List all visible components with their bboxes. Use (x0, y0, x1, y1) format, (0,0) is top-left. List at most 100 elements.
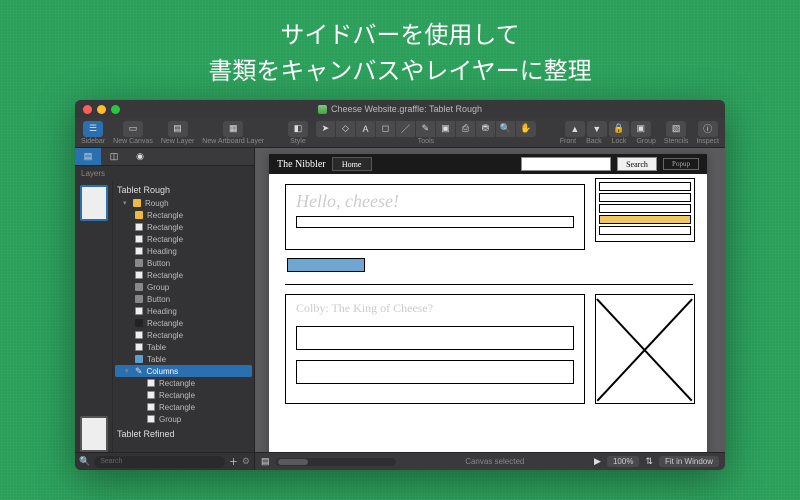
tree-item[interactable]: Group (113, 413, 254, 425)
layers-icon[interactable]: ▤ (261, 456, 270, 467)
tree-item[interactable]: Table (113, 341, 254, 353)
mock-subheading: Colby: The King of Cheese? (296, 301, 574, 316)
tree-item[interactable]: Button (113, 293, 254, 305)
tree-item[interactable]: Button (113, 257, 254, 269)
inspect-button[interactable]: ⓘ (698, 121, 718, 137)
chevron-down-icon: ▾ (125, 367, 131, 375)
mock-button (287, 258, 365, 272)
zoom-level[interactable]: 100% (607, 456, 639, 467)
hand-tool-icon[interactable]: ✋ (516, 121, 536, 137)
toolbar: ☰ Sidebar ▭ New Canvas ▤ New Layer ▦ New… (75, 118, 725, 148)
add-icon[interactable]: ＋ (229, 455, 238, 468)
toolbar-label: New Layer (161, 138, 194, 145)
sidebar-header: Layers (75, 166, 254, 181)
tree-item[interactable]: Rectangle (113, 389, 254, 401)
mock-hero: Hello, cheese! (285, 184, 585, 250)
pen-tool-icon[interactable]: ✎ (416, 121, 436, 137)
line-tool-icon[interactable]: ／ (396, 121, 416, 137)
mock-rectangle (296, 216, 574, 228)
zoom-tool-icon[interactable]: 🔍 (496, 121, 516, 137)
sidebar-toggle-button[interactable]: ☰ (83, 121, 103, 137)
toolbar-label: New Canvas (113, 138, 153, 145)
tree-item[interactable]: Rectangle (113, 329, 254, 341)
toolbar-label: Inspect (696, 138, 719, 145)
mock-header: The Nibbler Home Search Popup (269, 154, 707, 174)
toolbar-label: New Artboard Layer (202, 138, 264, 145)
lock-button[interactable]: 🔒 (609, 121, 629, 137)
sidebar-tab-selection[interactable]: ◉ (127, 148, 153, 165)
layer-icon (147, 379, 155, 387)
artboard-tool-icon[interactable]: ▣ (436, 121, 456, 137)
layer-icon (135, 223, 143, 231)
back-button[interactable]: ▼ (587, 121, 607, 137)
canvas-thumbnail[interactable] (80, 416, 108, 452)
tree-item[interactable]: Rectangle (113, 401, 254, 413)
layer-icon (135, 247, 143, 255)
mock-popup: Popup (663, 158, 699, 170)
app-window: Cheese Website.graffle: Tablet Rough ☰ S… (75, 100, 725, 470)
search-icon: 🔍 (79, 456, 90, 467)
artboard[interactable]: The Nibbler Home Search Popup Hello, che… (269, 154, 707, 452)
layer-icon (133, 199, 141, 207)
layer-icon (135, 331, 143, 339)
tree-group[interactable]: ▾ Rough (113, 197, 254, 209)
layer-icon (135, 307, 143, 315)
tree-layer-selected[interactable]: ▾ ✎ Columns (115, 365, 252, 377)
mock-row (599, 204, 691, 213)
front-button[interactable]: ▲ (565, 121, 585, 137)
stamp-tool-icon[interactable]: ⎙ (456, 121, 476, 137)
sidebar-tab-guides[interactable]: ◫ (101, 148, 127, 165)
tree-item[interactable]: Rectangle (113, 233, 254, 245)
text-tool-icon[interactable]: A (356, 121, 376, 137)
tree-item[interactable]: Rectangle (113, 377, 254, 389)
pencil-icon: ✎ (135, 366, 143, 377)
document-icon (318, 105, 327, 114)
tree-item[interactable]: Group (113, 281, 254, 293)
mock-nav-home: Home (332, 157, 372, 171)
close-icon[interactable] (83, 105, 92, 114)
new-artboard-layer-button[interactable]: ▦ (223, 121, 243, 137)
toolbar-label: Style (290, 138, 306, 145)
sidebar-tab-layers[interactable]: ▤ (75, 148, 101, 165)
style-button[interactable]: ◧ (288, 121, 308, 137)
tree-item[interactable]: Rectangle (113, 317, 254, 329)
gear-icon[interactable]: ⚙ (242, 456, 250, 467)
fit-window-button[interactable]: Fit in Window (659, 456, 719, 467)
zoom-icon[interactable] (111, 105, 120, 114)
tree-item[interactable]: Heading (113, 245, 254, 257)
group-button[interactable]: ▣ (631, 121, 651, 137)
tools-strip: ➤ ◇ A ◻ ／ ✎ ▣ ⎙ ⛃ 🔍 ✋ (316, 121, 536, 137)
canvas-name[interactable]: Tablet Refined (113, 427, 254, 441)
mock-sidebar-box (595, 178, 695, 242)
tree-item[interactable]: Heading (113, 305, 254, 317)
sidebar-tabs: ▤ ◫ ◉ (75, 148, 254, 166)
canvas-viewport[interactable]: The Nibbler Home Search Popup Hello, che… (255, 148, 725, 452)
minimize-icon[interactable] (97, 105, 106, 114)
stencils-button[interactable]: ▧ (666, 121, 686, 137)
sidebar-search-input[interactable]: Search (94, 456, 225, 468)
layer-icon (135, 211, 143, 219)
magnet-tool-icon[interactable]: ⛃ (476, 121, 496, 137)
mock-search-field (521, 157, 611, 171)
tree-item[interactable]: Rectangle (113, 209, 254, 221)
mock-divider (285, 284, 693, 285)
new-layer-button[interactable]: ▤ (168, 121, 188, 137)
sidebar: ▤ ◫ ◉ Layers Tablet Rough ▾ Rough (75, 148, 255, 470)
presentation-icon[interactable]: ▶ (594, 456, 601, 467)
new-canvas-button[interactable]: ▭ (123, 121, 143, 137)
tree-item[interactable]: Rectangle (113, 221, 254, 233)
status-text: Canvas selected (402, 457, 589, 466)
shape-tool-icon[interactable]: ◻ (376, 121, 396, 137)
canvas-name[interactable]: Tablet Rough (113, 183, 254, 197)
chevron-up-down-icon[interactable]: ⇅ (645, 456, 653, 467)
select-tool-icon[interactable]: ➤ (316, 121, 336, 137)
mock-rectangle (296, 326, 574, 350)
tree-item[interactable]: Rectangle (113, 269, 254, 281)
point-tool-icon[interactable]: ◇ (336, 121, 356, 137)
tree-item[interactable]: Table (113, 353, 254, 365)
canvas-thumbnail[interactable] (80, 185, 108, 221)
layer-icon (135, 259, 143, 267)
mock-row (599, 182, 691, 191)
mock-rectangle (296, 360, 574, 384)
horizontal-scrollbar[interactable] (276, 458, 396, 466)
